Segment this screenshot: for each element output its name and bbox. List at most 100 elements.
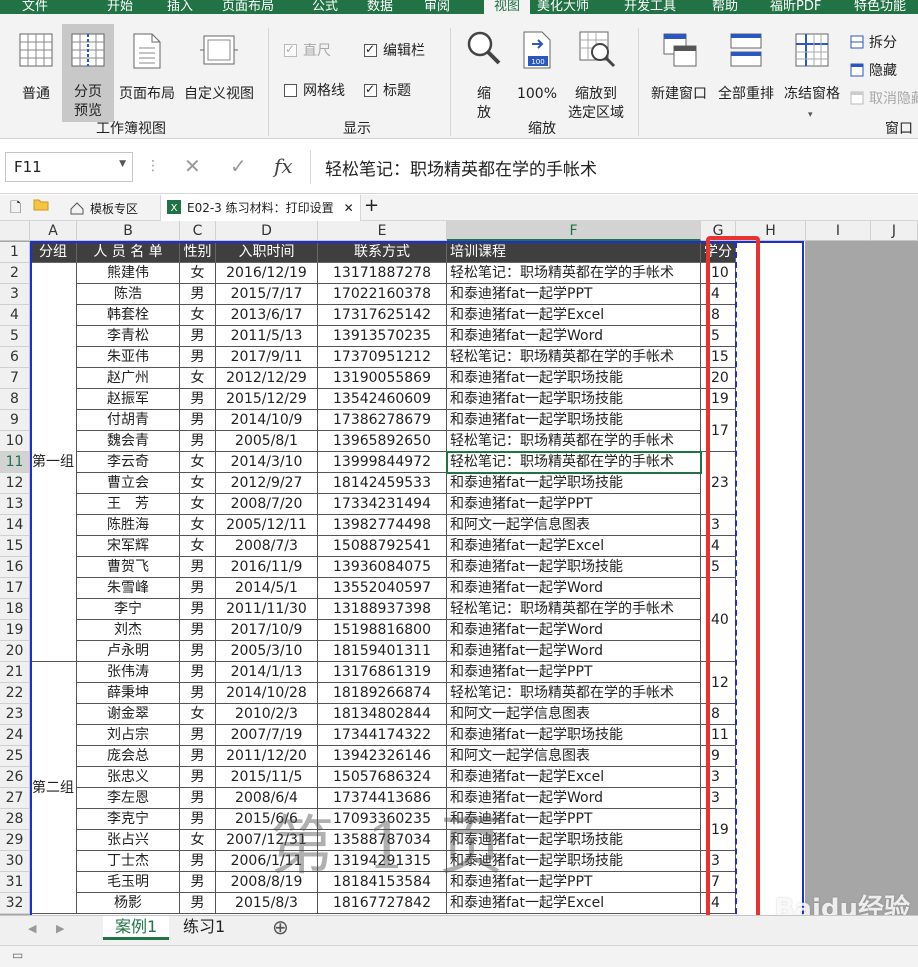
score-cell[interactable]: 15 [701,347,736,368]
date-cell[interactable]: 2015/6/6 [216,809,318,830]
course-cell[interactable]: 轻松笔记：职场精英都在学的手帐术 [447,431,701,452]
enter-icon[interactable]: ✓ [230,154,247,178]
name-cell[interactable]: 李左恩 [77,788,180,809]
column-header[interactable]: H [736,221,806,241]
phone-cell[interactable]: 17344174322 [318,725,447,746]
row-header[interactable]: 20 [0,641,30,662]
name-cell[interactable]: 毛玉明 [77,872,180,893]
name-cell[interactable]: 杨影 [77,893,180,914]
score-cell[interactable]: 3 [701,515,736,536]
column-header[interactable]: G [701,221,736,241]
formula-input[interactable]: 轻松笔记：职场精英都在学的手帐术 [310,150,918,184]
new-doc-icon[interactable]: 🗋 [10,197,21,221]
ribbon-tab[interactable]: 福昕PDF [770,0,821,14]
phone-cell[interactable]: 13965892650 [318,431,447,452]
row-header[interactable]: 29 [0,830,30,851]
ribbon-tab[interactable]: 开始 [107,0,133,14]
score-cell[interactable]: 9 [701,746,736,767]
column-header[interactable]: E [318,221,447,241]
date-cell[interactable]: 2011/11/30 [216,599,318,620]
ribbon-tab[interactable]: 页面布局 [222,0,274,14]
sex-cell[interactable]: 男 [180,872,216,893]
table-header-cell[interactable]: 联系方式 [318,242,447,263]
score-cell[interactable]: 3 [701,767,736,788]
row-header[interactable]: 4 [0,305,30,326]
date-cell[interactable]: 2015/11/5 [216,767,318,788]
table-header-cell[interactable]: 入职时间 [216,242,318,263]
course-cell[interactable]: 轻松笔记：职场精英都在学的手帐术 [447,599,701,620]
row-header[interactable]: 24 [0,725,30,746]
sex-cell[interactable]: 男 [180,662,216,683]
course-cell[interactable]: 和阿文一起学信息图表 [447,746,701,767]
ribbon-tab[interactable]: 美化大师 [537,0,589,14]
ribbon-tab[interactable]: 数据 [367,0,393,14]
headings-checkbox[interactable]: 标题 [364,80,411,100]
sex-cell[interactable]: 男 [180,809,216,830]
sex-cell[interactable]: 女 [180,263,216,284]
course-cell[interactable]: 轻松笔记：职场精英都在学的手帐术 [447,263,701,284]
phone-cell[interactable]: 13171887278 [318,263,447,284]
name-cell[interactable]: 赵广州 [77,368,180,389]
name-cell[interactable]: 李克宁 [77,809,180,830]
date-cell[interactable]: 2008/7/3 [216,536,318,557]
score-cell[interactable]: 5 [701,326,736,347]
row-header[interactable]: 5 [0,326,30,347]
date-cell[interactable]: 2015/7/17 [216,284,318,305]
date-cell[interactable]: 2008/7/20 [216,494,318,515]
sex-cell[interactable]: 男 [180,746,216,767]
score-cell[interactable]: 10 [701,263,736,284]
row-header[interactable]: 2 [0,263,30,284]
score-cell[interactable]: 4 [701,893,736,914]
sex-cell[interactable]: 男 [180,620,216,641]
course-cell[interactable]: 和泰迪猪fat一起学职场技能 [447,389,701,410]
chevron-down-icon[interactable]: ▼ [119,159,126,169]
sex-cell[interactable]: 女 [180,830,216,851]
group-cell[interactable]: 第二组 [30,662,77,914]
course-cell[interactable]: 和泰迪猪fat一起学职场技能 [447,410,701,431]
normal-view-button[interactable]: 普通 [10,30,62,110]
score-cell[interactable]: 23 [701,452,736,515]
phone-cell[interactable]: 13552040597 [318,578,447,599]
row-header[interactable]: 15 [0,536,30,557]
phone-cell[interactable]: 18167727842 [318,893,447,914]
date-cell[interactable]: 2012/12/29 [216,368,318,389]
date-cell[interactable]: 2006/1/11 [216,851,318,872]
table-header-cell[interactable]: 学分 [701,242,736,263]
row-header[interactable]: 11 [0,452,30,473]
course-cell[interactable]: 和泰迪猪fat一起学Word [447,788,701,809]
name-cell[interactable]: 陈浩 [77,284,180,305]
row-header[interactable]: 32 [0,893,30,914]
score-cell[interactable]: 3 [701,851,736,872]
phone-cell[interactable]: 17374413686 [318,788,447,809]
name-cell[interactable]: 刘杰 [77,620,180,641]
course-cell[interactable]: 和泰迪猪fat一起学PPT [447,872,701,893]
course-cell[interactable]: 和泰迪猪fat一起学Excel [447,536,701,557]
ribbon-tab[interactable]: 插入 [167,0,193,14]
zoom-100-button[interactable]: 100 100% [512,30,562,110]
phone-cell[interactable]: 18159401311 [318,641,447,662]
scroll-left-icon[interactable]: ◀ [28,922,36,935]
sex-cell[interactable]: 女 [180,536,216,557]
phone-cell[interactable]: 17370951212 [318,347,447,368]
score-cell[interactable]: 20 [701,368,736,389]
phone-cell[interactable]: 18184153584 [318,872,447,893]
name-cell[interactable]: 熊建伟 [77,263,180,284]
sex-cell[interactable]: 男 [180,788,216,809]
sex-cell[interactable]: 男 [180,725,216,746]
folder-icon[interactable] [33,197,49,214]
name-cell[interactable]: 付胡青 [77,410,180,431]
row-header[interactable]: 17 [0,578,30,599]
row-header[interactable]: 10 [0,431,30,452]
course-cell[interactable]: 和泰迪猪fat一起学PPT [447,662,701,683]
course-cell[interactable]: 和泰迪猪fat一起学职场技能 [447,368,701,389]
insert-function-icon[interactable]: fx [274,154,293,178]
row-header[interactable]: 25 [0,746,30,767]
phone-cell[interactable]: 15198816800 [318,620,447,641]
select-all-corner[interactable] [0,221,30,241]
sex-cell[interactable]: 男 [180,683,216,704]
name-cell[interactable]: 张忠义 [77,767,180,788]
date-cell[interactable]: 2014/5/1 [216,578,318,599]
row-header[interactable]: 22 [0,683,30,704]
date-cell[interactable]: 2011/5/13 [216,326,318,347]
score-cell[interactable]: 4 [701,536,736,557]
